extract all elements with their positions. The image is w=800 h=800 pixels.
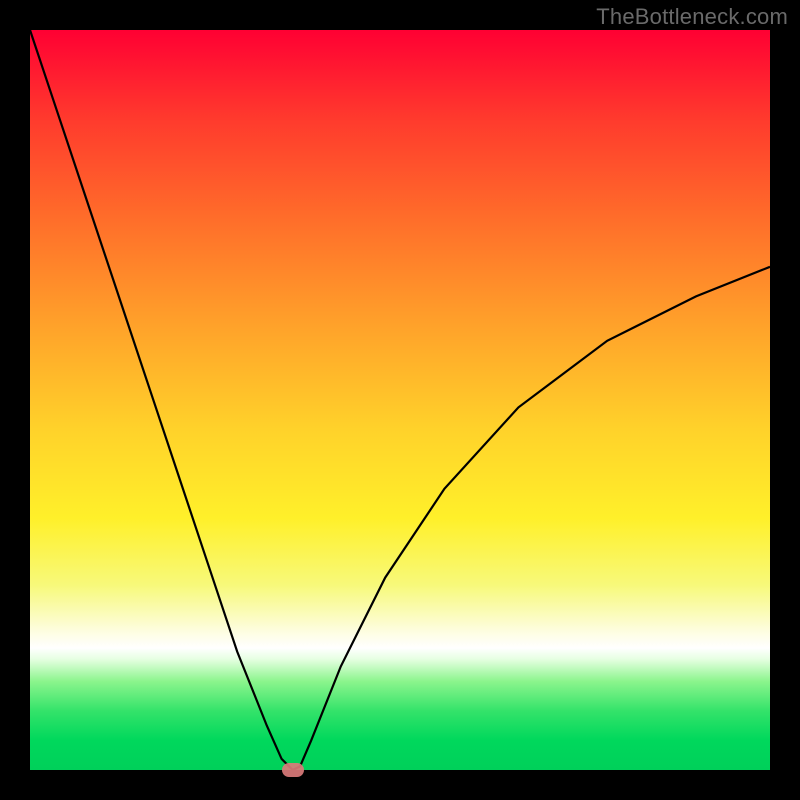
curve-path — [30, 30, 770, 770]
watermark-text: TheBottleneck.com — [596, 4, 788, 30]
bottleneck-curve — [30, 30, 770, 770]
minimum-marker — [282, 763, 304, 777]
plot-area — [30, 30, 770, 770]
chart-frame: TheBottleneck.com — [0, 0, 800, 800]
